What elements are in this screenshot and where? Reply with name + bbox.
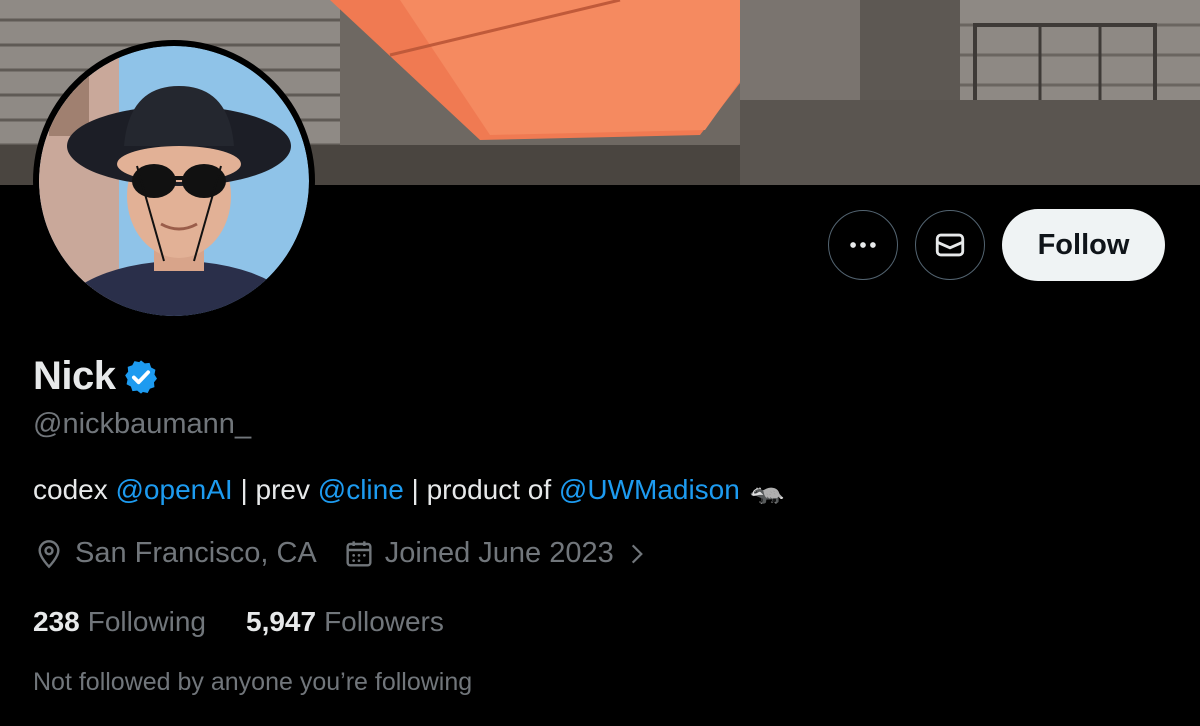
- profile-bio: codex @openAI | prev @cline | product of…: [33, 473, 785, 506]
- chevron-right-icon: [631, 544, 643, 563]
- envelope-icon: [935, 233, 965, 257]
- profile-actions: Follow: [828, 209, 1165, 281]
- avatar[interactable]: [33, 40, 315, 322]
- message-button[interactable]: [915, 210, 985, 280]
- followers-link[interactable]: 5,947 Followers: [246, 606, 444, 638]
- profile-name-row: Nick: [33, 354, 160, 399]
- following-link[interactable]: 238 Following: [33, 606, 206, 638]
- bio-mention-cline[interactable]: @cline: [318, 474, 404, 506]
- follow-stats: 238 Following 5,947 Followers: [33, 606, 444, 638]
- more-button[interactable]: [828, 210, 898, 280]
- bio-mention-uwmadison[interactable]: @UWMadison: [559, 474, 740, 506]
- badger-emoji: 🦡: [749, 474, 785, 505]
- avatar-photo: [39, 46, 309, 316]
- following-label: Following: [87, 606, 206, 637]
- followed-by-note: Not followed by anyone you’re following: [33, 668, 473, 696]
- more-icon: [850, 242, 876, 248]
- profile-meta: San Francisco, CA Joined June 2023: [33, 537, 650, 570]
- location: San Francisco, CA: [33, 537, 317, 570]
- profile-name: Nick: [33, 354, 116, 398]
- bio-text: | prev: [232, 473, 318, 505]
- followers-label: Followers: [324, 606, 444, 637]
- bio-text: | product of: [403, 473, 559, 505]
- bio-text: codex: [33, 473, 116, 505]
- following-count: 238: [33, 606, 80, 637]
- followers-count: 5,947: [246, 606, 317, 637]
- location-pin-icon: [38, 539, 60, 568]
- joined-text: Joined June 2023: [384, 537, 614, 569]
- follow-button[interactable]: Follow: [1002, 209, 1165, 281]
- joined-date[interactable]: Joined June 2023: [343, 537, 650, 570]
- calendar-icon: [346, 540, 372, 567]
- bio-mention-openai[interactable]: @openAI: [116, 474, 233, 506]
- location-text: San Francisco, CA: [75, 537, 317, 569]
- profile-handle: @nickbaumann_: [33, 408, 252, 440]
- verified-badge-icon[interactable]: [122, 358, 160, 396]
